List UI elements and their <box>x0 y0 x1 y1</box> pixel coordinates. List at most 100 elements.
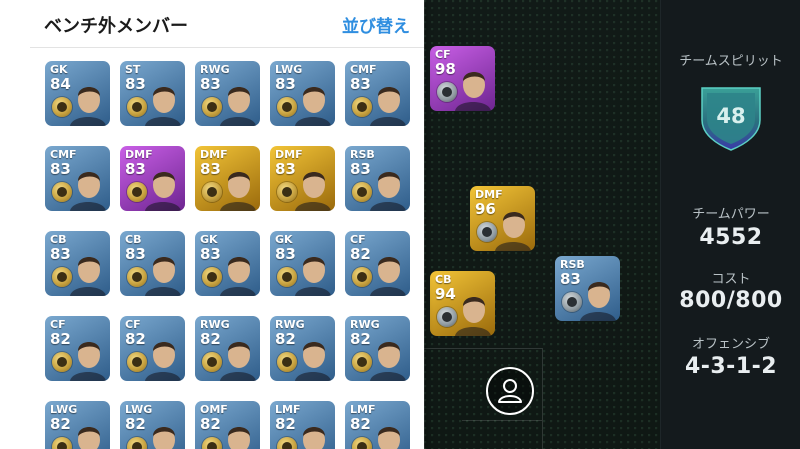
team-badge-icon <box>202 97 222 117</box>
player-rating: 83 <box>200 245 221 263</box>
team-power-label: チームパワー <box>692 207 770 222</box>
player-card[interactable]: CB 83 <box>45 231 110 296</box>
player-card[interactable]: ST 83 <box>120 61 185 126</box>
cost-value: 800/800 <box>679 288 783 313</box>
player-card[interactable]: DMF 83 <box>270 146 335 211</box>
view-toggle-button[interactable] <box>486 367 534 415</box>
team-stats-panel: チームスピリット 48 チームパワー 4552 コスト 800/800 オフェン… <box>660 0 800 449</box>
team-spirit-value: 48 <box>716 104 746 128</box>
player-rating: 82 <box>125 415 146 433</box>
player-rating: 83 <box>125 75 146 93</box>
player-rating: 83 <box>125 160 146 178</box>
team-badge-icon <box>277 182 297 202</box>
player-rating: 82 <box>350 415 371 433</box>
bench-panel: ベンチ外メンバー 並び替え GK 84 ST 83 RWG 83 LWG 83 CMF 83 CMF… <box>0 0 424 449</box>
team-badge-icon <box>52 182 72 202</box>
player-rating: 82 <box>350 330 371 348</box>
player-portrait-icon <box>220 342 256 381</box>
player-card[interactable]: DMF 83 <box>120 146 185 211</box>
player-portrait-icon <box>295 87 331 126</box>
team-badge-icon <box>52 267 72 287</box>
player-portrait-icon <box>145 87 181 126</box>
player-portrait-icon <box>378 427 400 449</box>
player-portrait-icon <box>145 342 181 381</box>
player-card[interactable]: RSB 83 <box>345 146 410 211</box>
cost-label: コスト <box>711 272 751 287</box>
player-portrait-icon <box>145 257 181 296</box>
team-badge-icon <box>127 352 147 372</box>
player-card[interactable]: GK 84 <box>45 61 110 126</box>
player-portrait-icon <box>70 342 106 381</box>
player-card[interactable]: LWG 83 <box>270 61 335 126</box>
player-card[interactable]: LMF 82 <box>345 401 410 449</box>
player-card[interactable]: LMF 82 <box>270 401 335 449</box>
player-portrait-icon <box>455 297 491 336</box>
player-rating: 83 <box>200 75 221 93</box>
player-rating: 83 <box>560 270 581 288</box>
pitch-line <box>424 348 542 349</box>
team-badge-icon <box>437 82 457 102</box>
player-rating: 83 <box>125 245 146 263</box>
player-portrait-icon <box>70 87 106 126</box>
team-badge-icon <box>352 352 372 372</box>
player-portrait-icon <box>370 342 406 381</box>
pitch-line <box>542 348 543 449</box>
player-rating: 82 <box>50 330 71 348</box>
player-card[interactable]: GK 83 <box>270 231 335 296</box>
player-card[interactable]: RWG 82 <box>195 316 260 381</box>
player-card[interactable]: CB 94 <box>430 271 495 336</box>
player-card[interactable]: OMF 82 <box>195 401 260 449</box>
formation-value: 4-3-1-2 <box>684 354 778 379</box>
team-badge-icon <box>127 182 147 202</box>
player-rating: 82 <box>275 330 296 348</box>
player-portrait-icon <box>580 282 616 321</box>
player-rating: 94 <box>435 285 456 303</box>
player-rating: 83 <box>275 75 296 93</box>
player-portrait-icon <box>370 257 406 296</box>
player-card[interactable]: CMF 83 <box>45 146 110 211</box>
player-card[interactable]: RWG 82 <box>345 316 410 381</box>
player-rating: 83 <box>275 160 296 178</box>
player-rating: 82 <box>350 245 371 263</box>
player-card[interactable]: CF 98 <box>430 46 495 111</box>
player-card[interactable]: GK 83 <box>195 231 260 296</box>
player-portrait-icon <box>303 427 325 449</box>
player-portrait-icon <box>495 212 531 251</box>
player-portrait-icon <box>153 427 175 449</box>
player-rating: 96 <box>475 200 496 218</box>
team-badge-icon <box>277 97 297 117</box>
player-portrait-icon <box>145 172 181 211</box>
player-portrait-icon <box>70 257 106 296</box>
team-badge-icon <box>437 307 457 327</box>
team-badge-icon <box>562 292 582 312</box>
player-portrait-icon <box>220 257 256 296</box>
pitch-line <box>462 420 542 421</box>
player-rating: 82 <box>275 415 296 433</box>
player-portrait-icon <box>228 427 250 449</box>
player-card[interactable]: CB 83 <box>120 231 185 296</box>
player-card[interactable]: RSB 83 <box>555 256 620 321</box>
player-rating: 83 <box>275 245 296 263</box>
player-card[interactable]: RWG 83 <box>195 61 260 126</box>
team-power-value: 4552 <box>699 225 763 250</box>
team-badge-icon <box>277 267 297 287</box>
player-card[interactable]: CMF 83 <box>345 61 410 126</box>
player-card[interactable]: CF 82 <box>45 316 110 381</box>
player-rating: 83 <box>50 160 71 178</box>
player-card[interactable]: RWG 82 <box>270 316 335 381</box>
player-rating: 83 <box>350 160 371 178</box>
player-card[interactable]: CF 82 <box>120 316 185 381</box>
team-badge-icon <box>202 182 222 202</box>
player-card[interactable]: DMF 83 <box>195 146 260 211</box>
team-badge-icon <box>127 267 147 287</box>
team-badge-icon <box>352 267 372 287</box>
player-card[interactable]: LWG 82 <box>45 401 110 449</box>
player-card[interactable]: LWG 82 <box>120 401 185 449</box>
player-rating: 83 <box>200 160 221 178</box>
player-card[interactable]: CF 82 <box>345 231 410 296</box>
player-card[interactable]: DMF 96 <box>470 186 535 251</box>
player-rating: 98 <box>435 60 456 78</box>
team-badge-icon <box>52 352 72 372</box>
formation-pitch: CF 98 DMF 96 RSB 83 CB 94 <box>424 0 660 449</box>
player-rating: 83 <box>50 245 71 263</box>
